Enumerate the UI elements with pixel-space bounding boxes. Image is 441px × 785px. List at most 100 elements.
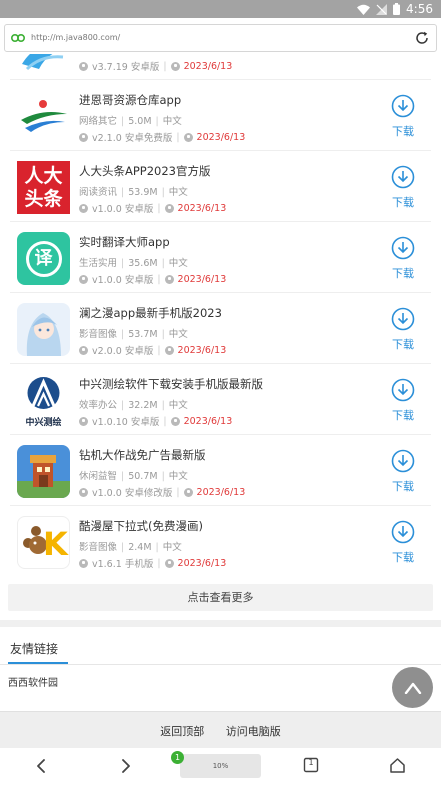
clock-icon xyxy=(170,61,180,71)
app-version-line: v2.0.0 安卓版 | 2023/6/13 xyxy=(79,343,226,357)
version-icon xyxy=(79,61,88,71)
url-text[interactable]: http://m.java800.com/ xyxy=(31,33,120,42)
reload-icon[interactable] xyxy=(414,30,430,46)
home-icon[interactable] xyxy=(389,757,406,774)
back-to-top-link[interactable]: 返回顶部 xyxy=(160,725,204,738)
app-date: 2023/6/13 xyxy=(177,557,227,569)
drill-tower-icon xyxy=(17,445,70,498)
list-item[interactable]: 澜之漫app最新手机版2023 影音图像 | 53.7M | 中文 v2.0.0 安卓版… xyxy=(0,293,441,364)
list-item[interactable]: 进恩哥资源仓库app 网络其它 | 5.0M | 中文 v2.1.0 安卓免费版 | 2… xyxy=(0,80,441,151)
download-icon xyxy=(391,94,415,118)
app-category: 休闲益智 xyxy=(79,471,118,482)
app-size: 53.9M xyxy=(128,187,158,198)
download-icon xyxy=(391,520,415,544)
download-button[interactable]: 下载 xyxy=(388,165,418,210)
friend-links-title: 友情链接 xyxy=(10,642,59,656)
download-label: 下载 xyxy=(392,338,414,351)
app-date: 2023/6/13 xyxy=(196,131,246,143)
list-item[interactable]: v3.7.19 安卓版 | 2023/6/13 下载 xyxy=(0,54,441,80)
friend-link[interactable]: 西西软件园 xyxy=(8,674,58,689)
site-logo-icon xyxy=(11,34,25,42)
app-name[interactable]: 酷漫屋下拉式(免费漫画) xyxy=(79,518,203,534)
load-more-button[interactable]: 点击查看更多 xyxy=(8,584,433,611)
app-meta: 影音图像 | 2.4M | 中文 xyxy=(79,542,182,553)
app-date: 2023/6/13 xyxy=(177,344,227,356)
download-button[interactable]: 下载 xyxy=(388,520,418,565)
wifi-icon xyxy=(357,4,371,15)
clock-icon xyxy=(164,558,174,568)
forward-icon[interactable] xyxy=(119,758,133,774)
download-button[interactable]: 下载 xyxy=(388,236,418,281)
download-label: 下载 xyxy=(392,551,414,564)
clock-icon xyxy=(164,345,174,355)
app-version: v1.0.0 安卓修改版 xyxy=(92,488,173,499)
app-date: 2023/6/13 xyxy=(177,273,227,285)
app-lang: 中文 xyxy=(162,542,182,553)
friend-links-section: 友情链接 西西软件园 xyxy=(0,627,441,711)
app-name[interactable]: 进恩哥资源仓库app xyxy=(79,92,181,108)
app-version: v1.6.1 手机版 xyxy=(92,559,154,570)
version-icon xyxy=(79,416,88,426)
app-name[interactable]: 澜之漫app最新手机版2023 xyxy=(79,305,222,321)
scroll-top-button[interactable] xyxy=(392,667,433,708)
list-item[interactable]: 钻机大作战免广告最新版 休闲益智 | 50.7M | 中文 v1.0.0 安卓修改版 |… xyxy=(0,435,441,506)
icon-text: 人大头条 xyxy=(24,165,63,210)
app-lang: 中文 xyxy=(168,187,188,198)
colorful-swoosh-icon xyxy=(17,90,70,143)
app-size: 2.4M xyxy=(128,542,152,553)
app-name[interactable]: 实时翻译大师app xyxy=(79,234,170,250)
translate-icon: 译 xyxy=(17,232,70,285)
chevron-up-icon xyxy=(404,682,421,694)
download-icon xyxy=(391,165,415,189)
desktop-version-link[interactable]: 访问电脑版 xyxy=(226,725,281,738)
app-version-line: v1.6.1 手机版 | 2023/6/13 xyxy=(79,556,226,570)
download-icon xyxy=(391,236,415,260)
download-label: 下载 xyxy=(392,196,414,209)
back-icon[interactable] xyxy=(34,758,48,774)
app-size: 35.6M xyxy=(128,258,158,269)
page-progress[interactable]: 10% xyxy=(180,754,261,778)
list-item[interactable]: 中兴测绘 中兴测绘软件下载安装手机版最新版 效率办公 | 32.2M | 中文 v1.0… xyxy=(0,364,441,435)
battery-icon xyxy=(393,3,401,15)
app-version: v1.0.10 安卓版 xyxy=(92,417,160,428)
list-item[interactable]: 人大头条 人大头条APP2023官方版 阅读资讯 | 53.9M | 中文 v1.0.0… xyxy=(0,151,441,222)
clock-icon xyxy=(183,487,193,497)
app-category: 阅读资讯 xyxy=(79,187,118,198)
list-item[interactable]: 译 实时翻译大师app 生活实用 | 35.6M | 中文 v1.0.0 安卓版 | 2… xyxy=(0,222,441,293)
signal-icon xyxy=(376,3,388,15)
app-version-line: v1.0.0 安卓版 | 2023/6/13 xyxy=(79,272,226,286)
renda-toutiao-icon: 人大头条 xyxy=(17,161,70,214)
status-time: 4:56 xyxy=(406,2,433,16)
app-name[interactable]: 钻机大作战免广告最新版 xyxy=(79,447,206,463)
app-version: v2.1.0 安卓免费版 xyxy=(92,133,173,144)
url-bar[interactable]: http://m.java800.com/ xyxy=(4,24,437,52)
download-button[interactable]: 下载 xyxy=(388,307,418,352)
download-button[interactable]: 下载 xyxy=(388,94,418,139)
page-footer: 返回顶部 访问电脑版 xyxy=(0,711,441,748)
version-icon xyxy=(79,558,88,568)
app-lang: 中文 xyxy=(168,258,188,269)
app-name[interactable]: 人大头条APP2023官方版 xyxy=(79,163,211,179)
app-size: 32.2M xyxy=(128,400,158,411)
app-version-line: v1.0.0 安卓修改版 | 2023/6/13 xyxy=(79,485,245,499)
app-lang: 中文 xyxy=(168,400,188,411)
icon-text: 中兴测绘 xyxy=(25,418,62,427)
list-item[interactable]: K 酷漫屋下拉式(免费漫画) 影音图像 | 2.4M | 中文 v1.6.1 手机版 |… xyxy=(0,506,441,577)
status-bar: 4:56 xyxy=(0,0,441,18)
download-label: 下载 xyxy=(392,409,414,422)
app-date: 2023/6/13 xyxy=(177,202,227,214)
download-icon xyxy=(391,307,415,331)
app-name[interactable]: 中兴测绘软件下载安装手机版最新版 xyxy=(79,376,263,392)
download-button[interactable]: 下载 xyxy=(388,378,418,423)
version-icon xyxy=(79,132,88,142)
app-meta: 效率办公 | 32.2M | 中文 xyxy=(79,400,188,411)
app-size: 5.0M xyxy=(128,116,152,127)
tabs-button[interactable]: 1 xyxy=(303,757,319,777)
app-meta: 网络其它 | 5.0M | 中文 xyxy=(79,116,182,127)
app-version: v3.7.19 安卓版 xyxy=(92,62,160,73)
app-date: 2023/6/13 xyxy=(183,60,233,72)
icon-text: K xyxy=(43,525,68,563)
app-meta: 生活实用 | 35.6M | 中文 xyxy=(79,258,188,269)
version-icon xyxy=(79,203,88,213)
download-button[interactable]: 下载 xyxy=(388,449,418,494)
